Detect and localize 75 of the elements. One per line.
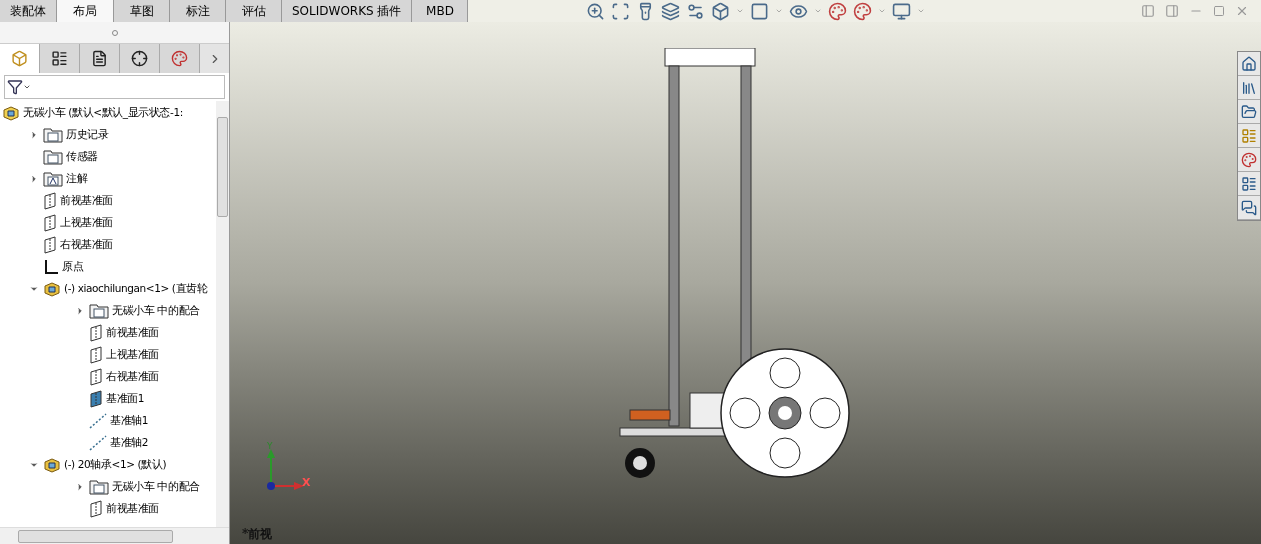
plane-icon bbox=[89, 390, 103, 408]
panel-tab[interactable] bbox=[120, 44, 160, 73]
expanded-arrow-icon[interactable] bbox=[29, 284, 39, 294]
tree-item[interactable]: 前视基准面 bbox=[106, 325, 159, 341]
tree-item[interactable]: 上视基准面 bbox=[60, 215, 113, 231]
tree-item[interactable]: 前视基准面 bbox=[60, 193, 113, 209]
y-axis-label: Y bbox=[267, 442, 273, 451]
plane-icon bbox=[43, 192, 57, 210]
tree-item[interactable]: 右视基准面 bbox=[106, 369, 159, 385]
list-icon[interactable] bbox=[1241, 175, 1257, 192]
tree-item[interactable]: 注解 bbox=[66, 171, 88, 187]
panel-tab[interactable] bbox=[80, 44, 120, 73]
books-icon[interactable] bbox=[1241, 79, 1257, 96]
collapsed-arrow-icon[interactable] bbox=[29, 174, 39, 184]
magnifier-icon[interactable] bbox=[586, 1, 606, 21]
tree-item[interactable]: (-) xiaochilungan<1> (直齿轮 bbox=[64, 281, 208, 297]
plane-icon bbox=[89, 500, 103, 518]
ribbon-tab[interactable]: 标注 bbox=[170, 0, 226, 22]
tree-item[interactable]: (-) 20轴承<1> (默认) bbox=[64, 457, 167, 473]
folder-icon bbox=[89, 303, 109, 319]
plane-icon bbox=[89, 346, 103, 364]
monitor-icon[interactable] bbox=[892, 1, 912, 21]
tree-item[interactable]: 右视基准面 bbox=[60, 237, 113, 253]
tree-item[interactable]: 基准轴2 bbox=[110, 435, 149, 451]
plane-icon bbox=[89, 368, 103, 386]
folder-icon bbox=[89, 479, 109, 495]
ribbon-tab[interactable]: MBD bbox=[412, 0, 469, 22]
crosshair-icon bbox=[131, 50, 148, 67]
folder-icon bbox=[43, 127, 63, 143]
origin-icon bbox=[43, 259, 59, 275]
ribbon-tab[interactable]: 装配体 bbox=[0, 0, 57, 22]
tree-item[interactable]: 基准面1 bbox=[106, 391, 145, 407]
caret-icon bbox=[23, 83, 31, 91]
collapsed-arrow-icon[interactable] bbox=[75, 482, 85, 492]
view-name: *前视 bbox=[242, 526, 273, 543]
vertical-scrollbar[interactable] bbox=[216, 101, 229, 527]
tree-item[interactable]: 历史记录 bbox=[66, 127, 109, 143]
horizontal-scrollbar[interactable] bbox=[0, 527, 229, 544]
tree-item[interactable]: 前视基准面 bbox=[106, 501, 159, 517]
ribbon-tab[interactable]: 草图 bbox=[114, 0, 170, 22]
ribbon-tab[interactable]: SOLIDWORKS 插件 bbox=[282, 0, 413, 22]
plane-icon bbox=[43, 236, 57, 254]
tree-item[interactable]: 无碳小车 (默认<默认_显示状态-1: bbox=[23, 105, 183, 121]
folder-icon bbox=[43, 149, 63, 165]
tree-item[interactable]: 传感器 bbox=[66, 149, 98, 165]
plane-icon bbox=[43, 214, 57, 232]
ribbon-tab[interactable]: 评估 bbox=[226, 0, 282, 22]
x-axis-label: X bbox=[302, 477, 311, 488]
tree-item[interactable]: 上视基准面 bbox=[106, 347, 159, 363]
tree-item[interactable]: 无碳小车 中的配合 bbox=[112, 479, 200, 495]
cube-icon bbox=[11, 50, 28, 67]
component-icon bbox=[43, 281, 61, 297]
tree-item[interactable]: 基准轴1 bbox=[110, 413, 149, 429]
zoom-area-icon[interactable] bbox=[611, 1, 631, 21]
tree-item[interactable]: 无碳小车 中的配合 bbox=[112, 303, 200, 319]
axis-icon bbox=[89, 413, 107, 429]
component-icon bbox=[43, 457, 61, 473]
plane-icon bbox=[89, 324, 103, 342]
collapsed-arrow-icon[interactable] bbox=[75, 306, 85, 316]
folder-icon bbox=[43, 171, 63, 187]
tree-item[interactable]: 原点 bbox=[62, 259, 84, 275]
expanded-arrow-icon[interactable] bbox=[29, 460, 39, 470]
filter-field[interactable] bbox=[4, 75, 225, 99]
filter-icon bbox=[7, 79, 23, 95]
panel-tab[interactable] bbox=[40, 44, 80, 73]
cube-icon[interactable] bbox=[711, 1, 731, 21]
ribbon-tab[interactable]: 布局 bbox=[57, 0, 114, 22]
collapsed-arrow-icon[interactable] bbox=[29, 130, 39, 140]
chat-icon[interactable] bbox=[1241, 199, 1257, 216]
list-icon bbox=[51, 50, 68, 67]
folder-icon[interactable] bbox=[1241, 103, 1257, 120]
component-icon bbox=[2, 105, 20, 121]
home-icon[interactable] bbox=[1241, 55, 1257, 72]
box-icon[interactable] bbox=[750, 1, 770, 21]
axis-icon bbox=[89, 435, 107, 451]
